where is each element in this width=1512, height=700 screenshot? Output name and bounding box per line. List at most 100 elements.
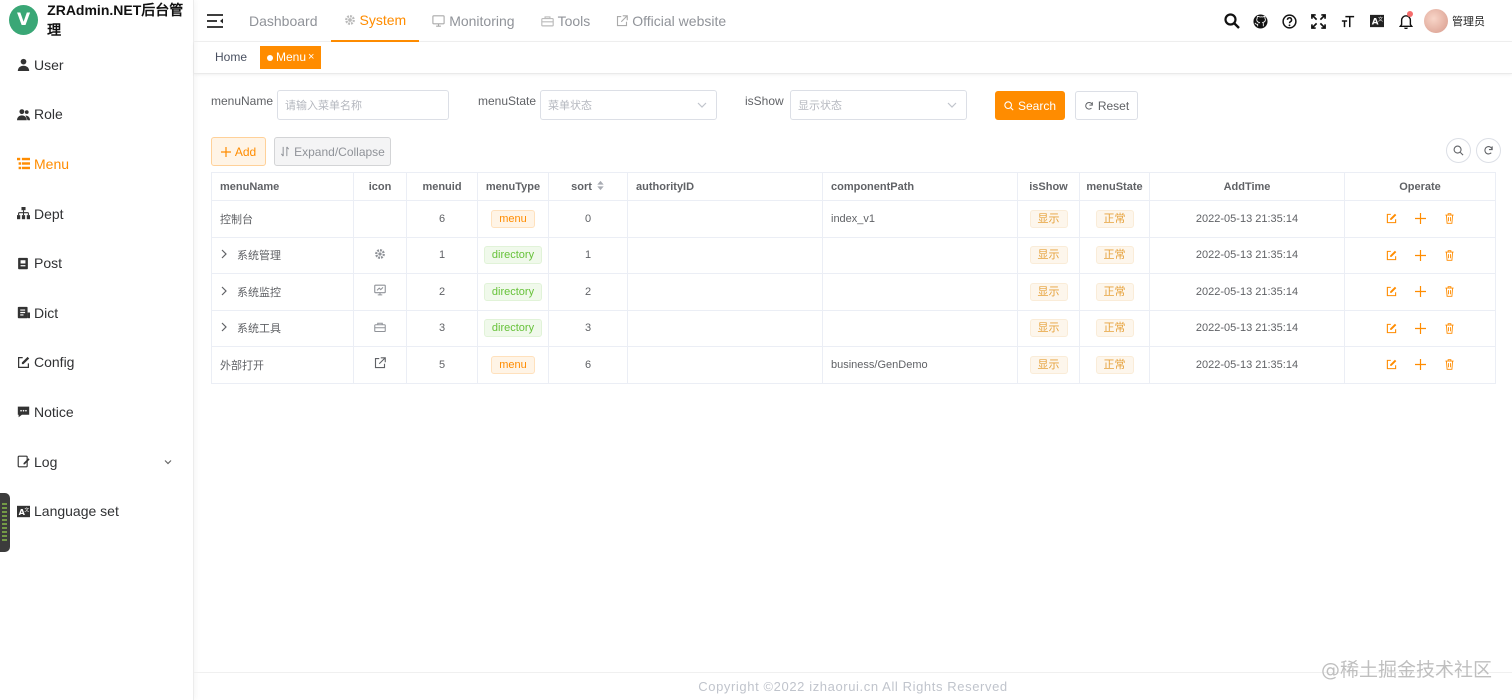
is-show-tag: 显示 — [1029, 355, 1068, 374]
table-header-row: menuName icon menuid menuType sort autho… — [211, 172, 1496, 201]
sidebar-item-notice[interactable]: Notice — [0, 387, 193, 437]
menu-state-tag: 正常 — [1095, 209, 1134, 228]
tab-tools[interactable]: Tools — [528, 0, 604, 42]
sidebar: V ZRAdmin.NET后台管理 User Role Menu Dept Po… — [0, 0, 194, 700]
side-drag-handle[interactable] — [0, 493, 10, 552]
tag-home[interactable]: Home — [208, 46, 254, 69]
table-row[interactable]: 系统监控 2 directory 2 显示 正常 2022-05-13 21:35:14 — [211, 273, 1496, 311]
add-child-icon[interactable] — [1414, 213, 1426, 225]
add-child-icon[interactable] — [1414, 322, 1426, 334]
post-icon — [16, 256, 30, 270]
sidebar-item-label: Dict — [34, 304, 59, 321]
table-row[interactable]: 外部打开 5 menu 6 business/GenDemo 显示 正常 2022-05-13… — [211, 346, 1496, 384]
edit-icon[interactable] — [1386, 286, 1397, 297]
column-header: Operate — [1344, 172, 1496, 201]
sidebar-item-post[interactable]: Post — [0, 238, 193, 288]
chevron-right-icon[interactable] — [220, 249, 232, 262]
role-icon — [16, 107, 30, 121]
sidebar-item-role[interactable]: Role — [0, 90, 193, 140]
toolbox-icon — [374, 322, 386, 336]
font-size-icon[interactable] — [1333, 0, 1362, 42]
cell-menuType: directory — [477, 310, 549, 347]
refresh-table-button[interactable] — [1476, 138, 1501, 163]
watermark: @稀土掘金技术社区 — [1320, 659, 1492, 681]
sort-icon — [280, 146, 290, 157]
add-child-icon[interactable] — [1414, 286, 1426, 298]
add-button[interactable]: Add — [211, 137, 266, 166]
menu-name: 控制台 — [220, 213, 253, 226]
toggle-search-button[interactable] — [1446, 138, 1471, 163]
notification-bell-icon[interactable] — [1391, 0, 1420, 42]
tab-monitoring[interactable]: Monitoring — [419, 0, 527, 42]
fullscreen-icon[interactable] — [1304, 0, 1333, 42]
edit-icon[interactable] — [1386, 323, 1397, 334]
table-row[interactable]: 系统工具 3 directory 3 显示 正常 2022-05-13 21:35:14 — [211, 310, 1496, 347]
edit-icon[interactable] — [1386, 213, 1397, 224]
toolbox-icon — [540, 15, 554, 27]
add-child-icon[interactable] — [1414, 359, 1426, 371]
cell-menuid: 3 — [406, 310, 478, 347]
edit-icon[interactable] — [1386, 359, 1397, 370]
cell-menuid: 6 — [406, 200, 478, 238]
expand-collapse-button[interactable]: Expand/Collapse — [274, 137, 391, 166]
menuName-input[interactable]: 请输入菜单名称 — [277, 90, 449, 120]
footer: Copyright ©2022 izhaorui.cn All Rights R… — [194, 672, 1512, 700]
cell-authorityID — [627, 310, 823, 347]
sidebar-item-dept[interactable]: Dept — [0, 189, 193, 239]
is-show-tag: 显示 — [1029, 282, 1068, 301]
chevron-right-icon[interactable] — [220, 322, 232, 335]
sidebar-item-label: Role — [34, 106, 63, 123]
isShow-select[interactable]: 显示状态 — [790, 90, 967, 120]
chevron-down-icon — [696, 99, 708, 114]
cell-menuType: directory — [477, 237, 549, 274]
cell-menuid: 2 — [406, 273, 478, 311]
sort-caret-icon[interactable] — [596, 180, 605, 194]
language-icon[interactable]: A文 — [1362, 0, 1391, 42]
sidebar-item-dict[interactable]: Dict — [0, 288, 193, 338]
close-icon[interactable]: × — [308, 47, 314, 68]
table-row[interactable]: 控制台 6 menu 0 index_v1 显示 正常 2022-05-13 21:35:14 — [211, 200, 1496, 238]
chevron-right-icon[interactable] — [220, 286, 232, 299]
user-dropdown[interactable]: 管理员 — [1424, 9, 1485, 33]
sidebar-item-menu[interactable]: Menu — [0, 139, 193, 189]
hamburger-icon[interactable] — [194, 13, 236, 28]
search-button-label: Search — [1017, 98, 1057, 113]
sidebar-item-label: Log — [34, 453, 58, 470]
logo[interactable]: V ZRAdmin.NET后台管理 — [0, 0, 193, 40]
column-header: menuid — [406, 172, 478, 201]
cell-authorityID — [627, 200, 823, 238]
reset-button[interactable]: Reset — [1075, 91, 1138, 120]
search-button[interactable]: Search — [995, 91, 1065, 120]
column-header-sortable[interactable]: sort — [548, 172, 628, 201]
tab-official-website[interactable]: Official website — [603, 0, 739, 42]
sidebar-item-user[interactable]: User — [0, 40, 193, 90]
delete-icon[interactable] — [1444, 359, 1455, 371]
delete-icon[interactable] — [1444, 322, 1455, 334]
cell-isShow: 显示 — [1017, 310, 1080, 347]
delete-icon[interactable] — [1444, 249, 1455, 261]
menu-state-tag: 正常 — [1095, 355, 1134, 374]
tags-view: Home Menu × — [194, 42, 1512, 74]
tab-label: System — [359, 11, 407, 28]
github-icon[interactable] — [1246, 0, 1275, 42]
sidebar-item-label: Language set — [34, 503, 119, 520]
tree-icon — [16, 207, 30, 221]
help-icon[interactable] — [1275, 0, 1304, 42]
menu-type-tag: directory — [483, 282, 543, 301]
edit-icon[interactable] — [1386, 250, 1397, 261]
tab-system[interactable]: System — [330, 0, 420, 42]
delete-icon[interactable] — [1444, 213, 1455, 225]
sidebar-item-config[interactable]: Config — [0, 338, 193, 388]
tag-menu[interactable]: Menu × — [260, 46, 322, 69]
sidebar-item-log[interactable]: Log — [0, 437, 193, 487]
table-row[interactable]: 系统管理 1 directory 1 显示 正常 2022-05-13 21:35:14 — [211, 237, 1496, 274]
is-show-tag: 显示 — [1029, 246, 1068, 265]
sidebar-item-language[interactable]: A文 Language set — [0, 486, 193, 536]
cell-sort: 0 — [548, 200, 628, 238]
menuState-select[interactable]: 菜单状态 — [540, 90, 717, 120]
tab-dashboard[interactable]: Dashboard — [236, 0, 331, 42]
search-icon[interactable] — [1217, 0, 1246, 42]
add-child-icon[interactable] — [1414, 249, 1426, 261]
cell-menuName: 外部打开 — [211, 346, 354, 384]
delete-icon[interactable] — [1444, 286, 1455, 298]
